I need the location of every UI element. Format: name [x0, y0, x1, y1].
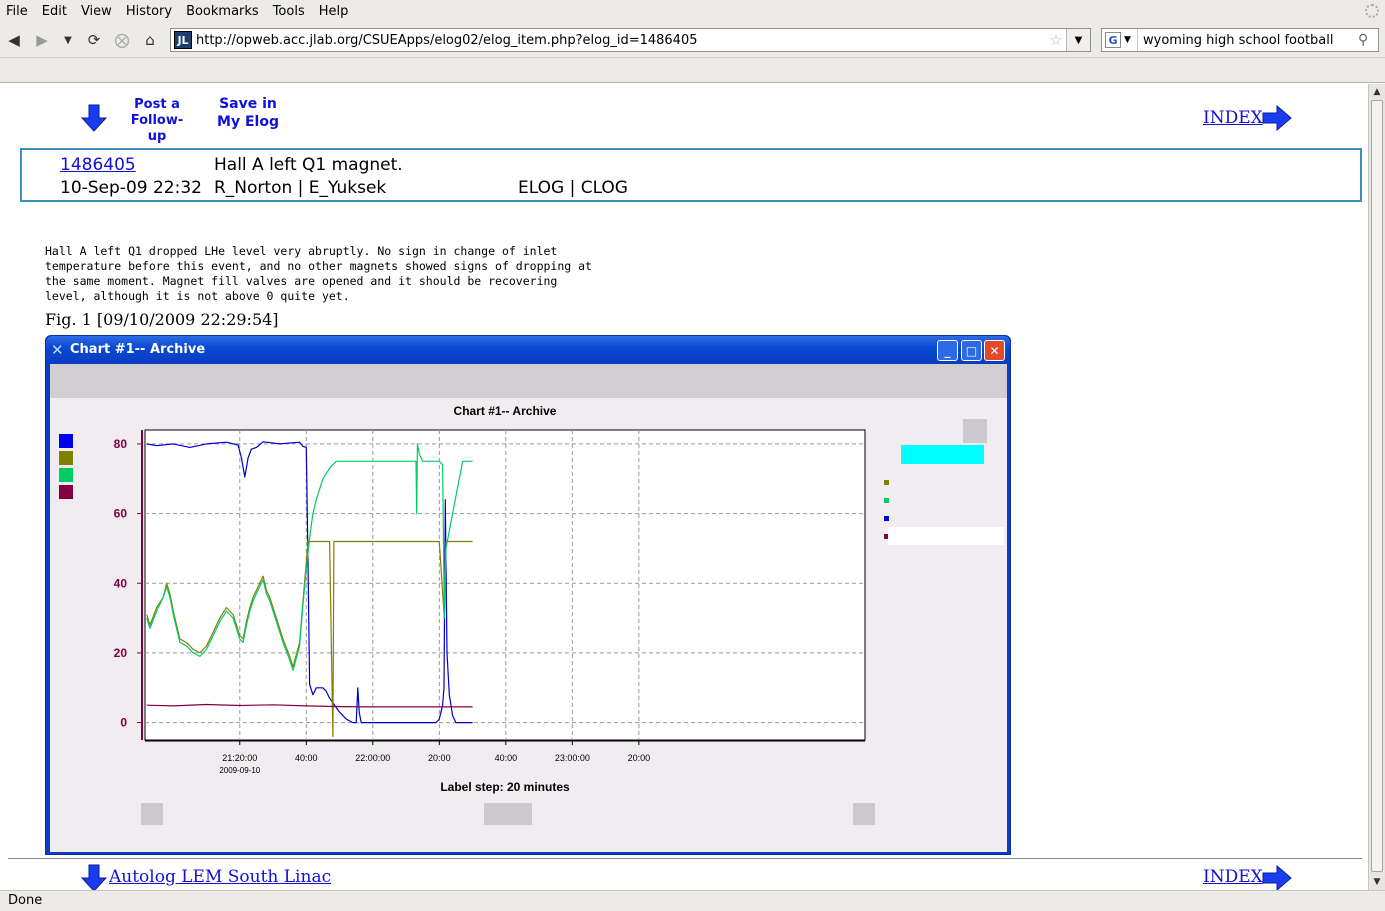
- follow-up-arrow-icon[interactable]: [80, 104, 108, 132]
- x-tick-label: 22:00:00: [355, 753, 390, 763]
- x-tick-label: 40:00: [295, 753, 318, 763]
- entry-title: Hall A left Q1 magnet.: [214, 155, 403, 175]
- y-tick-label: 60: [114, 507, 128, 521]
- chart-corner-button[interactable]: [963, 419, 987, 443]
- maximize-button[interactable]: □: [961, 340, 982, 361]
- menu-view[interactable]: View: [74, 4, 119, 19]
- legend-swatch-2: [59, 451, 73, 465]
- y-tick-label: 80: [114, 437, 128, 451]
- url-dropdown-icon[interactable]: ▼: [1066, 29, 1090, 51]
- footer-divider: [8, 858, 1362, 859]
- menu-help[interactable]: Help: [312, 4, 356, 19]
- entry-authors: R_Norton | E_Yuksek: [214, 178, 387, 198]
- chart-window-titlebar[interactable]: ✕ Chart #1-- Archive _ □ ✕: [46, 336, 1010, 364]
- scroll-thumb[interactable]: [1371, 100, 1383, 872]
- search-input[interactable]: wyoming high school football: [1138, 33, 1358, 48]
- vertical-scrollbar[interactable]: ▲ ▼: [1368, 84, 1385, 890]
- menu-file[interactable]: File: [0, 4, 35, 19]
- chart-client-area: Chart #1-- Archive 0 20 40 60 80 21:20:00 200…: [50, 364, 1007, 852]
- prev-entry-link[interactable]: Autolog LEM South Linac: [109, 867, 331, 887]
- forward-arrow-icon[interactable]: ▶: [32, 31, 52, 49]
- page-content: Post a Follow-up Save in My Elog INDEX 1…: [0, 84, 1368, 890]
- x-tick-label: 20:00: [628, 753, 651, 763]
- index-link-top[interactable]: INDEX: [1203, 108, 1263, 128]
- scroll-left-button[interactable]: [141, 803, 163, 825]
- navigation-toolbar: ◀ ▶ ▼ ⟳ ⨂ ⌂ JL http://opweb.acc.jlab.org…: [0, 22, 1385, 58]
- bookmark-star-icon[interactable]: ☆: [1046, 31, 1066, 49]
- left-legend-swatches: [59, 434, 73, 499]
- index-link-bottom[interactable]: INDEX: [1203, 867, 1263, 887]
- x-axis: 21:20:00 2009-09-10 40:00 22:00:00 20:00 40:0…: [145, 740, 865, 775]
- throbber-icon: [1365, 4, 1379, 18]
- x-tick-label: 20:00: [428, 753, 451, 763]
- figure-caption: Fig. 1 [09/10/2009 22:29:54]: [45, 310, 279, 329]
- menu-bar: File Edit View History Bookmarks Tools H…: [0, 0, 1385, 22]
- entry-body-text: Hall A left Q1 dropped LHe level very ab…: [45, 244, 592, 303]
- minimize-button[interactable]: _: [937, 340, 958, 361]
- scroll-right-button[interactable]: [853, 803, 875, 825]
- y-tick-label: 20: [114, 646, 128, 660]
- legend-text-field[interactable]: [888, 527, 1004, 545]
- entry-header: 1486405 Hall A left Q1 magnet. 10-Sep-09…: [20, 148, 1362, 202]
- legend-marker-2: [884, 498, 889, 503]
- y-tick-label: 0: [120, 716, 127, 730]
- index-arrow-icon[interactable]: [1262, 104, 1292, 132]
- post-follow-up-line2: Follow-up: [130, 113, 184, 144]
- chart-window-title: Chart #1-- Archive: [70, 342, 206, 357]
- index-arrow-bottom-icon[interactable]: [1262, 864, 1292, 890]
- history-dropdown-icon[interactable]: ▼: [58, 31, 78, 49]
- chart-window: ✕ Chart #1-- Archive _ □ ✕ Chart #1-- Ar…: [45, 335, 1011, 855]
- menu-history[interactable]: History: [119, 4, 179, 19]
- home-icon[interactable]: ⌂: [140, 31, 160, 49]
- menu-bookmarks[interactable]: Bookmarks: [179, 4, 266, 19]
- y-tick-label: 40: [114, 576, 128, 590]
- prev-entry-arrow-icon[interactable]: [80, 864, 108, 890]
- scroll-up-icon[interactable]: ▲: [1371, 86, 1383, 98]
- x-tick-sublabel: 2009-09-10: [219, 766, 260, 775]
- status-text: Done: [8, 893, 43, 908]
- entry-id-link[interactable]: 1486405: [60, 155, 136, 175]
- scroll-down-icon[interactable]: ▼: [1371, 876, 1383, 888]
- entry-datetime: 10-Sep-09 22:32: [60, 178, 202, 198]
- address-bar[interactable]: JL http://opweb.acc.jlab.org/CSUEApps/el…: [170, 28, 1091, 52]
- site-favicon-icon: JL: [174, 31, 192, 49]
- legend-swatch-1: [59, 434, 73, 448]
- legend-marker-3: [884, 516, 889, 521]
- reload-icon[interactable]: ⟳: [84, 31, 104, 49]
- magnifier-icon[interactable]: ⚲: [1358, 32, 1378, 48]
- search-engine-selector[interactable]: G ▼: [1102, 29, 1138, 51]
- save-in-my-elog-link[interactable]: Save in My Elog: [214, 95, 282, 131]
- url-text[interactable]: http://opweb.acc.jlab.org/CSUEApps/elog0…: [196, 33, 1046, 48]
- scroll-center-button[interactable]: [484, 803, 532, 825]
- engine-dropdown-icon: ▼: [1124, 35, 1131, 45]
- x-tick-label: 23:00:00: [555, 753, 590, 763]
- back-arrow-icon[interactable]: ◀: [4, 31, 24, 49]
- entry-logbooks: ELOG | CLOG: [518, 178, 628, 198]
- google-icon: G: [1105, 32, 1121, 48]
- x-tick-label: 40:00: [495, 753, 518, 763]
- menu-edit[interactable]: Edit: [35, 4, 74, 19]
- legend-marker-1: [884, 480, 889, 485]
- menu-tools[interactable]: Tools: [266, 4, 312, 19]
- save-line1: Save in: [219, 96, 277, 112]
- legend-swatch-4: [59, 485, 73, 499]
- search-bar[interactable]: G ▼ wyoming high school football ⚲: [1101, 28, 1379, 52]
- stop-icon[interactable]: ⨂: [112, 31, 132, 49]
- post-follow-up-link[interactable]: Post a Follow-up: [122, 97, 192, 145]
- y-axis: 0 20 40 60 80: [114, 430, 143, 740]
- save-line2: My Elog: [217, 114, 279, 130]
- chart-app-icon: ✕: [51, 341, 64, 359]
- post-follow-up-line1: Post a: [134, 97, 180, 112]
- x-axis-label: Label step: 20 minutes: [440, 780, 570, 794]
- chart-svg: Chart #1-- Archive 0 20 40 60 80 21:20:00 200…: [59, 404, 1004, 825]
- chart-toolbar: [50, 364, 1007, 398]
- bookmarks-toolbar: [0, 58, 1385, 83]
- legend-highlight-box: [901, 445, 984, 464]
- close-button[interactable]: ✕: [984, 340, 1005, 361]
- plot-area: [144, 429, 866, 741]
- chart-title: Chart #1-- Archive: [454, 404, 557, 418]
- x-tick-label: 21:20:00: [222, 753, 257, 763]
- status-bar: Done: [0, 890, 1385, 911]
- legend-swatch-3: [59, 468, 73, 482]
